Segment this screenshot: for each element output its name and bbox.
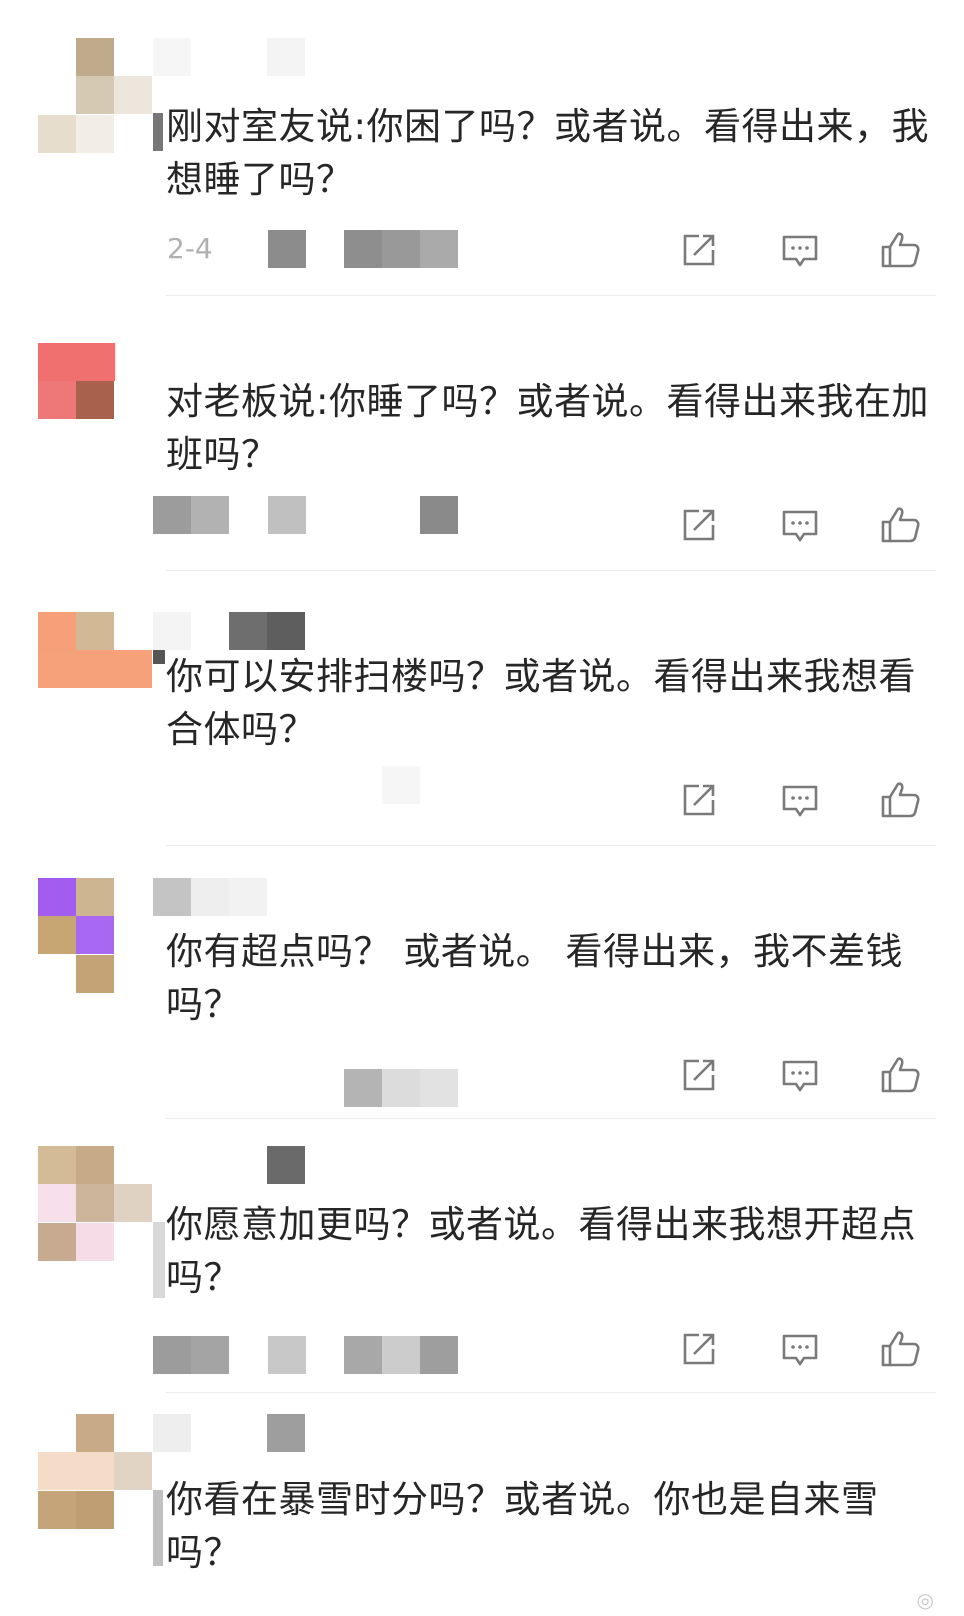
username[interactable] — [153, 878, 313, 916]
avatar[interactable] — [38, 38, 152, 153]
share-icon[interactable] — [677, 503, 721, 547]
avatar[interactable] — [38, 1146, 152, 1261]
username[interactable] — [153, 1146, 313, 1184]
avatar[interactable] — [38, 1414, 152, 1529]
blur-mark — [153, 650, 165, 664]
username[interactable] — [153, 612, 313, 650]
comment-actions — [0, 228, 964, 272]
comment-text: 你可以安排扫楼吗？或者说。看得出来我想看合体吗？ — [166, 655, 916, 751]
thumbs-up-icon[interactable] — [879, 1053, 923, 1097]
comment-actions — [0, 1327, 964, 1371]
comment-icon[interactable] — [778, 1327, 822, 1371]
comment-text: 你愿意加更吗？或者说。看得出来我想开超点吗？ — [166, 1203, 916, 1299]
divider — [166, 1118, 936, 1119]
comment-actions — [0, 1053, 964, 1097]
comment-icon[interactable] — [778, 228, 822, 272]
comment-text: 你看在暴雪时分吗？或者说。你也是自来雪吗？ — [166, 1478, 879, 1574]
blur-mark — [153, 113, 163, 151]
comment-text: 你有超点吗？ 或者说。 看得出来，我不差钱吗？ — [166, 930, 904, 1026]
thumbs-up-icon[interactable] — [879, 503, 923, 547]
share-icon[interactable] — [677, 228, 721, 272]
share-icon[interactable] — [677, 1053, 721, 1097]
comment-icon[interactable] — [778, 778, 822, 822]
username[interactable] — [153, 1414, 313, 1452]
username[interactable] — [153, 38, 313, 76]
watermark: ◎ — [916, 1588, 934, 1612]
comment-actions — [0, 503, 964, 547]
comment-actions — [0, 778, 964, 822]
blur-mark — [153, 1490, 163, 1566]
thumbs-up-icon[interactable] — [879, 1327, 923, 1371]
comment-text: 刚对室友说:你困了吗？或者说。看得出来，我想睡了吗？ — [166, 105, 929, 201]
share-icon[interactable] — [677, 778, 721, 822]
comment-text: 对老板说:你睡了吗？或者说。看得出来我在加班吗？ — [166, 380, 929, 476]
divider — [166, 1392, 936, 1393]
divider — [166, 845, 936, 846]
comment-icon[interactable] — [778, 1053, 822, 1097]
avatar[interactable] — [38, 343, 115, 458]
divider — [166, 570, 936, 571]
share-icon[interactable] — [677, 1327, 721, 1371]
avatar[interactable] — [38, 612, 152, 727]
thumbs-up-icon[interactable] — [879, 228, 923, 272]
blur-mark — [153, 1222, 165, 1298]
comment-icon[interactable] — [778, 503, 822, 547]
thumbs-up-icon[interactable] — [879, 778, 923, 822]
avatar[interactable] — [38, 878, 115, 993]
divider — [166, 295, 936, 296]
